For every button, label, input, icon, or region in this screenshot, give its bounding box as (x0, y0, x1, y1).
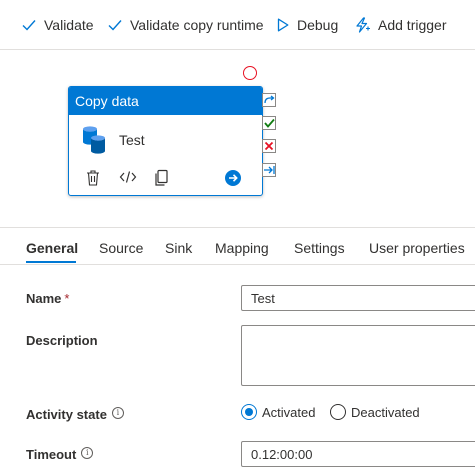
validate-copy-runtime-label: Validate copy runtime (130, 17, 264, 33)
info-icon[interactable]: i (81, 447, 94, 459)
toolbar: Validate Validate copy runtime Debug Add… (0, 0, 475, 50)
radio-deactivated-label: Deactivated (351, 404, 420, 420)
tab-mapping[interactable]: Mapping (215, 240, 269, 256)
database-icon (83, 126, 105, 154)
radio-activated-dot[interactable] (241, 404, 257, 420)
add-trigger-label: Add trigger (378, 17, 447, 33)
play-outline-icon (277, 18, 289, 32)
name-field[interactable] (241, 285, 475, 311)
code-icon[interactable] (119, 169, 137, 185)
delete-icon[interactable] (85, 169, 101, 187)
redo-icon[interactable] (262, 93, 276, 107)
arrow-right-circle-icon[interactable] (224, 169, 242, 187)
copy-data-activity[interactable]: Copy data Test (68, 86, 263, 196)
debug-button[interactable]: Debug (277, 14, 338, 36)
tab-user-properties[interactable]: User properties (369, 240, 465, 256)
debug-label: Debug (297, 17, 339, 33)
timeout-label: Timeout i (26, 447, 94, 463)
validate-label: Validate (44, 17, 94, 33)
name-label-text: Name (26, 291, 62, 306)
tab-sink[interactable]: Sink (165, 240, 192, 256)
tab-general[interactable]: General (26, 240, 78, 256)
failure-x-icon[interactable] (262, 139, 276, 153)
tab-settings[interactable]: Settings (294, 240, 345, 256)
properties-tabs: General Source Sink Mapping Settings Use… (0, 227, 475, 265)
activity-body: Test (69, 115, 262, 167)
add-trigger-button[interactable]: Add trigger (354, 14, 446, 36)
description-field[interactable] (241, 325, 475, 386)
lightning-icon (356, 17, 370, 33)
activity-footer (69, 167, 262, 193)
radio-activated[interactable]: Activated (241, 404, 315, 420)
timeout-label-text: Timeout (26, 447, 77, 462)
checkmark-icon (108, 20, 122, 31)
validate-copy-runtime-button[interactable]: Validate copy runtime (108, 14, 264, 36)
radio-deactivated-dot[interactable] (330, 404, 346, 420)
activity-name: Test (119, 132, 145, 148)
tab-source[interactable]: Source (99, 240, 143, 256)
completion-arrow-icon[interactable] (262, 163, 276, 177)
timeout-field[interactable] (241, 441, 475, 467)
active-tab-indicator (26, 261, 76, 263)
breakpoint-circle-icon[interactable] (243, 66, 257, 80)
validate-button[interactable]: Validate (22, 14, 94, 36)
success-check-icon[interactable] (262, 116, 276, 130)
checkmark-icon (22, 20, 36, 31)
info-icon[interactable]: i (111, 407, 124, 419)
radio-activated-label: Activated (262, 404, 316, 420)
radio-deactivated[interactable]: Deactivated (330, 404, 420, 420)
required-asterisk: * (64, 291, 70, 306)
copy-icon[interactable] (153, 169, 169, 187)
activity-state-label-text: Activity state (26, 407, 107, 422)
activity-type-title: Copy data (69, 87, 262, 115)
name-label: Name * (26, 291, 69, 306)
activity-state-label: Activity state i (26, 407, 124, 423)
description-label: Description (26, 333, 98, 348)
